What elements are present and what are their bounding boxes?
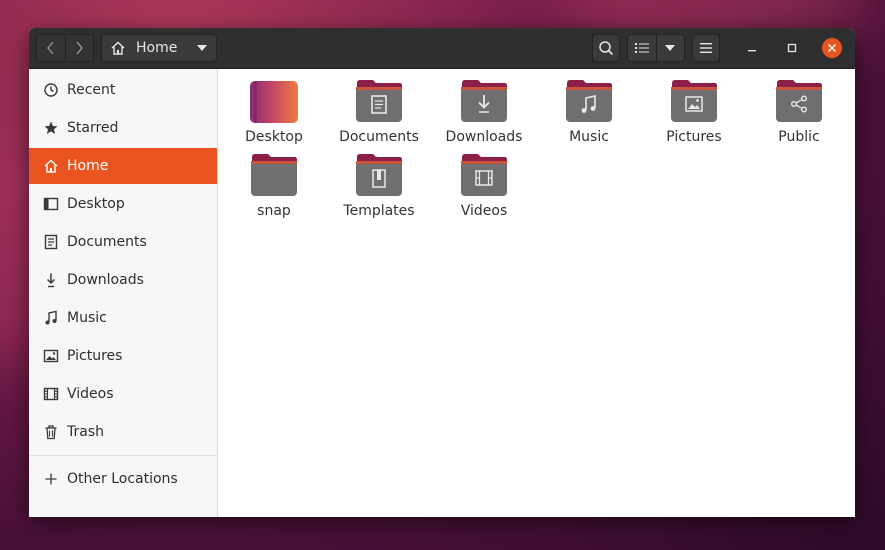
- sidebar-separator: [29, 455, 217, 456]
- sidebar-item-label: Recent: [67, 82, 116, 98]
- sidebar-item-videos[interactable]: Videos: [29, 376, 217, 412]
- path-bar-home-button[interactable]: Home: [101, 34, 217, 62]
- sidebar-item-label: Pictures: [67, 348, 123, 364]
- menu-button[interactable]: [692, 34, 720, 62]
- file-item-name: Desktop: [245, 129, 303, 145]
- file-manager-window: Home Recent Starred Home Desktop Documen…: [29, 28, 855, 517]
- sidebar-item-label: Home: [67, 158, 109, 174]
- file-item-templates[interactable]: Templates: [327, 147, 431, 219]
- file-item-public[interactable]: Public: [747, 73, 851, 145]
- plus-icon: [43, 471, 59, 487]
- desktop-folder-icon: [250, 81, 298, 123]
- download-icon: [43, 272, 59, 288]
- file-item-name: Templates: [343, 203, 415, 219]
- path-label: Home: [136, 40, 178, 56]
- downloads-folder-icon: [461, 80, 507, 122]
- sidebar-item-documents[interactable]: Documents: [29, 224, 217, 260]
- sidebar: Recent Starred Home Desktop Documents Do…: [29, 69, 218, 517]
- minimize-icon: [748, 50, 756, 52]
- chevron-left-icon: [46, 41, 54, 55]
- file-item-desktop[interactable]: Desktop: [222, 73, 326, 145]
- navigation-buttons: [36, 34, 94, 62]
- file-item-documents[interactable]: Documents: [327, 73, 431, 145]
- file-item-name: Music: [569, 129, 609, 145]
- file-item-name: Public: [778, 129, 820, 145]
- documents-folder-icon: [356, 80, 402, 122]
- sidebar-item-other-locations[interactable]: Other Locations: [29, 461, 217, 497]
- file-item-downloads[interactable]: Downloads: [432, 73, 536, 145]
- file-item-snap[interactable]: snap: [222, 147, 326, 219]
- file-icon-view: Desktop Documents Downloads Music Pictur…: [218, 69, 855, 517]
- file-item-name: Documents: [339, 129, 419, 145]
- sidebar-item-home[interactable]: Home: [29, 148, 217, 184]
- music-folder-icon: [566, 80, 612, 122]
- hamburger-menu-icon: [700, 43, 712, 53]
- sidebar-item-music[interactable]: Music: [29, 300, 217, 336]
- sidebar-item-starred[interactable]: Starred: [29, 110, 217, 146]
- home-icon: [111, 41, 125, 55]
- sidebar-item-label: Videos: [67, 386, 114, 402]
- sidebar-item-label: Music: [67, 310, 107, 326]
- search-icon: [599, 41, 614, 56]
- file-item-videos[interactable]: Videos: [432, 147, 536, 219]
- maximize-icon: [787, 43, 797, 53]
- view-options-button[interactable]: [657, 35, 685, 61]
- close-button[interactable]: [822, 38, 842, 58]
- document-icon: [43, 234, 59, 250]
- file-item-pictures[interactable]: Pictures: [642, 73, 746, 145]
- sidebar-item-trash[interactable]: Trash: [29, 414, 217, 450]
- sidebar-item-label: Trash: [67, 424, 104, 440]
- pictures-folder-icon: [671, 80, 717, 122]
- public-folder-icon: [776, 80, 822, 122]
- search-button[interactable]: [592, 34, 620, 62]
- sidebar-item-recent[interactable]: Recent: [29, 72, 217, 108]
- minimize-button[interactable]: [742, 38, 762, 58]
- file-item-music[interactable]: Music: [537, 73, 641, 145]
- trash-icon: [43, 424, 59, 440]
- sidebar-item-pictures[interactable]: Pictures: [29, 338, 217, 374]
- chevron-right-icon: [76, 41, 84, 55]
- home-icon: [43, 158, 59, 174]
- film-icon: [43, 386, 59, 402]
- file-item-name: Downloads: [445, 129, 523, 145]
- back-button[interactable]: [37, 35, 65, 61]
- desktop-icon: [43, 196, 59, 212]
- list-view-icon: [634, 43, 649, 53]
- sidebar-item-label: Documents: [67, 234, 147, 250]
- view-mode-group: [627, 34, 685, 62]
- star-icon: [43, 120, 59, 136]
- maximize-button[interactable]: [782, 38, 802, 58]
- sidebar-item-desktop[interactable]: Desktop: [29, 186, 217, 222]
- file-item-name: Videos: [460, 203, 508, 219]
- clock-icon: [43, 82, 59, 98]
- forward-button[interactable]: [64, 35, 93, 61]
- sidebar-item-label: Starred: [67, 120, 119, 136]
- header-bar: Home: [29, 28, 855, 69]
- folder-icon: [251, 154, 297, 196]
- sidebar-item-downloads[interactable]: Downloads: [29, 262, 217, 298]
- list-view-button[interactable]: [628, 35, 657, 61]
- file-item-name: Pictures: [666, 129, 722, 145]
- close-icon: [827, 43, 837, 53]
- caret-down-icon: [665, 45, 676, 51]
- sidebar-item-label: Downloads: [67, 272, 144, 288]
- file-item-name: snap: [257, 203, 291, 219]
- music-note-icon: [43, 310, 59, 326]
- sidebar-item-label: Desktop: [67, 196, 125, 212]
- caret-down-icon: [197, 45, 207, 51]
- sidebar-item-label: Other Locations: [67, 471, 178, 487]
- templates-folder-icon: [356, 154, 402, 196]
- videos-folder-icon: [461, 154, 507, 196]
- picture-icon: [43, 348, 59, 364]
